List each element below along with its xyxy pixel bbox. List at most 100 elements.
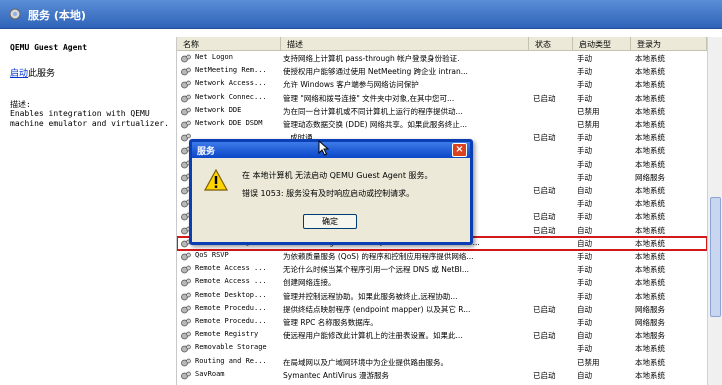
- scrollbar-thumb[interactable]: [710, 197, 721, 317]
- service-logon-as-cell: 本地系统: [635, 278, 665, 288]
- service-gear-icon: [181, 292, 191, 300]
- column-header-description[interactable]: 描述: [281, 37, 529, 51]
- window-header: 服务 (本地): [0, 0, 722, 29]
- window-title: 服务 (本地): [28, 9, 86, 22]
- service-description-cell: 管理 RPC 名称服务数据库。: [283, 318, 378, 327]
- service-row[interactable]: Remote Access ... 无论什么时候当某个程序引用一个远程 DNS 或…: [177, 263, 707, 276]
- service-gear-icon: [181, 107, 191, 116]
- service-status-cell: 已启动: [533, 93, 556, 103]
- service-startup-type-cell: 自动: [577, 238, 592, 248]
- service-gear-icon: [181, 265, 191, 274]
- service-startup-type-cell: 自动: [577, 304, 592, 314]
- service-logon-as-cell: 本地系统: [635, 54, 665, 63]
- start-service-suffix: 此服务: [28, 69, 56, 79]
- service-gear-icon: [181, 345, 191, 353]
- service-row[interactable]: Routing and Re... 在局域网以及广域网环境中为企业提供路由服务。 已…: [177, 356, 707, 369]
- service-row[interactable]: Network DDE DSDM 管理动态数据交换 (DDE) 网络共享。如果此服…: [177, 118, 707, 131]
- service-logon-as-cell: 本地系统: [635, 291, 665, 301]
- service-row[interactable]: Remote Desktop... 管理并控制远程协助。如果此服务被终止,远程协助…: [177, 290, 707, 303]
- service-row[interactable]: Net Logon 支持网络上计算机 pass-through 帐户登录身份验证.…: [177, 52, 707, 65]
- ok-button[interactable]: 确定: [303, 214, 357, 229]
- service-description-cell: 支持网络上计算机 pass-through 帐户登录身份验证.: [283, 54, 460, 63]
- service-name-cell: SavRoam: [195, 369, 225, 378]
- service-row[interactable]: Network DDE 为在同一台计算机或不同计算机上运行的程序提供动... 已禁用…: [177, 105, 707, 118]
- service-logon-as-cell: 网络服务: [635, 318, 665, 327]
- service-startup-type-cell: 手动: [577, 67, 592, 77]
- service-startup-type-cell: 手动: [577, 291, 592, 301]
- start-service-link[interactable]: 启动: [10, 69, 28, 79]
- service-gear-icon: [181, 358, 191, 366]
- service-row[interactable]: Remote Access ... 创建网络连接。 手动 本地系统: [177, 276, 707, 289]
- service-logon-as-cell: 本地系统: [635, 120, 665, 129]
- service-description-cell: 允许 Windows 客户端参与网络访问保护: [283, 80, 419, 90]
- dialog-titlebar[interactable]: 服务 ×: [192, 142, 470, 158]
- column-header-logon-as[interactable]: 登录为: [631, 37, 707, 51]
- description-text: Enables integration with QEMU machine em…: [10, 109, 169, 128]
- service-startup-type-cell: 手动: [577, 344, 592, 354]
- service-description-cell: 管理并控制远程协助。如果此服务被终止,远程协助...: [283, 291, 458, 301]
- service-startup-type-cell: 手动: [577, 159, 592, 169]
- service-status-cell: 已启动: [533, 212, 556, 222]
- service-status-cell: 已启动: [533, 133, 556, 143]
- vertical-scrollbar[interactable]: [707, 37, 722, 385]
- service-startup-type-cell: 已禁用: [577, 357, 600, 367]
- dialog-close-button[interactable]: ×: [452, 143, 467, 157]
- service-startup-type-cell: 自动: [577, 225, 592, 235]
- service-description-cell: 为依赖质量服务 (QoS) 的程序和控制应用程序提供网络...: [283, 252, 474, 261]
- error-dialog: 服务 × 在 本地计算机 无法启动 QEMU Guest Agent 服务。 错…: [189, 139, 473, 245]
- service-startup-type-cell: 已禁用: [577, 120, 600, 129]
- service-description-cell: 管理 "网络和拨号连接" 文件夹中对象,在其中您可...: [283, 93, 455, 103]
- column-header-startup-type[interactable]: 启动类型: [573, 37, 631, 51]
- service-description-cell: 无论什么时候当某个程序引用一个远程 DNS 或 NetBI...: [283, 265, 469, 275]
- service-gear-icon: [181, 279, 191, 287]
- service-startup-type-cell: 手动: [577, 146, 592, 156]
- column-header-name[interactable]: 名称: [177, 37, 281, 51]
- service-row[interactable]: SavRoam Symantec AntiVirus 漫游服务 已启动 自动 本地系统: [177, 369, 707, 382]
- service-startup-type-cell: 手动: [577, 278, 592, 288]
- service-description-cell: 创建网络连接。: [283, 278, 336, 288]
- service-description-cell: 使授权用户能够通过使用 NetMeeting 跨企业 intran...: [283, 67, 468, 77]
- column-header-status[interactable]: 状态: [529, 37, 573, 51]
- service-row[interactable]: Network Access... 允许 Windows 客户端参与网络访问保护 手…: [177, 78, 707, 91]
- service-startup-type-cell: 手动: [577, 80, 592, 90]
- service-logon-as-cell: 本地系统: [635, 238, 665, 248]
- service-gear-icon: [181, 371, 191, 380]
- service-name-cell: Network DDE DSDM: [195, 119, 263, 127]
- service-logon-as-cell: 本地系统: [635, 199, 665, 209]
- service-logon-as-cell: 本地系统: [635, 225, 665, 235]
- service-logon-as-cell: 网络服务: [635, 172, 665, 182]
- service-row[interactable]: Remote Procedu... 提供终结点映射程序 (endpoint map…: [177, 303, 707, 316]
- service-detail-pane: QEMU Guest Agent 启动此服务 描述: Enables integ…: [0, 29, 175, 385]
- service-status-cell: 已启动: [533, 304, 556, 314]
- service-startup-type-cell: 手动: [577, 252, 592, 261]
- service-description-cell: 在局域网以及广域网环境中为企业提供路由服务。: [283, 357, 448, 367]
- service-description-cell: Symantec AntiVirus 漫游服务: [283, 370, 390, 380]
- service-logon-as-cell: 本地系统: [635, 357, 665, 367]
- selected-service-name: QEMU Guest Agent: [10, 43, 88, 52]
- service-startup-type-cell: 手动: [577, 318, 592, 327]
- service-logon-as-cell: 本地系统: [635, 106, 665, 116]
- service-row[interactable]: Remote Procedu... 管理 RPC 名称服务数据库。 手动 网络服务: [177, 316, 707, 329]
- service-row[interactable]: QoS RSVP 为依赖质量服务 (QoS) 的程序和控制应用程序提供网络... 手…: [177, 250, 707, 263]
- service-status-cell: 已启动: [533, 186, 556, 195]
- service-startup-type-cell: 自动: [577, 186, 592, 195]
- service-row[interactable]: NetMeeting Rem... 使授权用户能够通过使用 NetMeeting …: [177, 65, 707, 78]
- service-logon-as-cell: 本地系统: [635, 93, 665, 103]
- service-row[interactable]: Remote Registry 使远程用户能修改此计算机上的注册表设置。如果此..…: [177, 329, 707, 342]
- service-gear-icon: [181, 305, 191, 314]
- service-gear-icon: [181, 252, 191, 261]
- service-logon-as-cell: 本地系统: [635, 344, 665, 354]
- service-startup-type-cell: 手动: [577, 54, 592, 63]
- service-startup-type-cell: 手动: [577, 265, 592, 275]
- service-logon-as-cell: 本地系统: [635, 370, 665, 380]
- service-name-cell: Remote Desktop...: [195, 290, 267, 299]
- service-startup-type-cell: 手动: [577, 212, 592, 222]
- service-description-cell: 使远程用户能修改此计算机上的注册表设置。如果此...: [283, 331, 463, 341]
- service-logon-as-cell: 网络服务: [635, 304, 665, 314]
- warning-icon: [204, 169, 228, 191]
- service-logon-as-cell: 本地系统: [635, 146, 665, 156]
- service-row[interactable]: Network Connec... 管理 "网络和拨号连接" 文件夹中对象,在其中…: [177, 92, 707, 105]
- service-gear-icon: [181, 120, 191, 129]
- service-startup-type-cell: 自动: [577, 370, 592, 380]
- service-row[interactable]: Removable Storage 手动 本地系统: [177, 342, 707, 355]
